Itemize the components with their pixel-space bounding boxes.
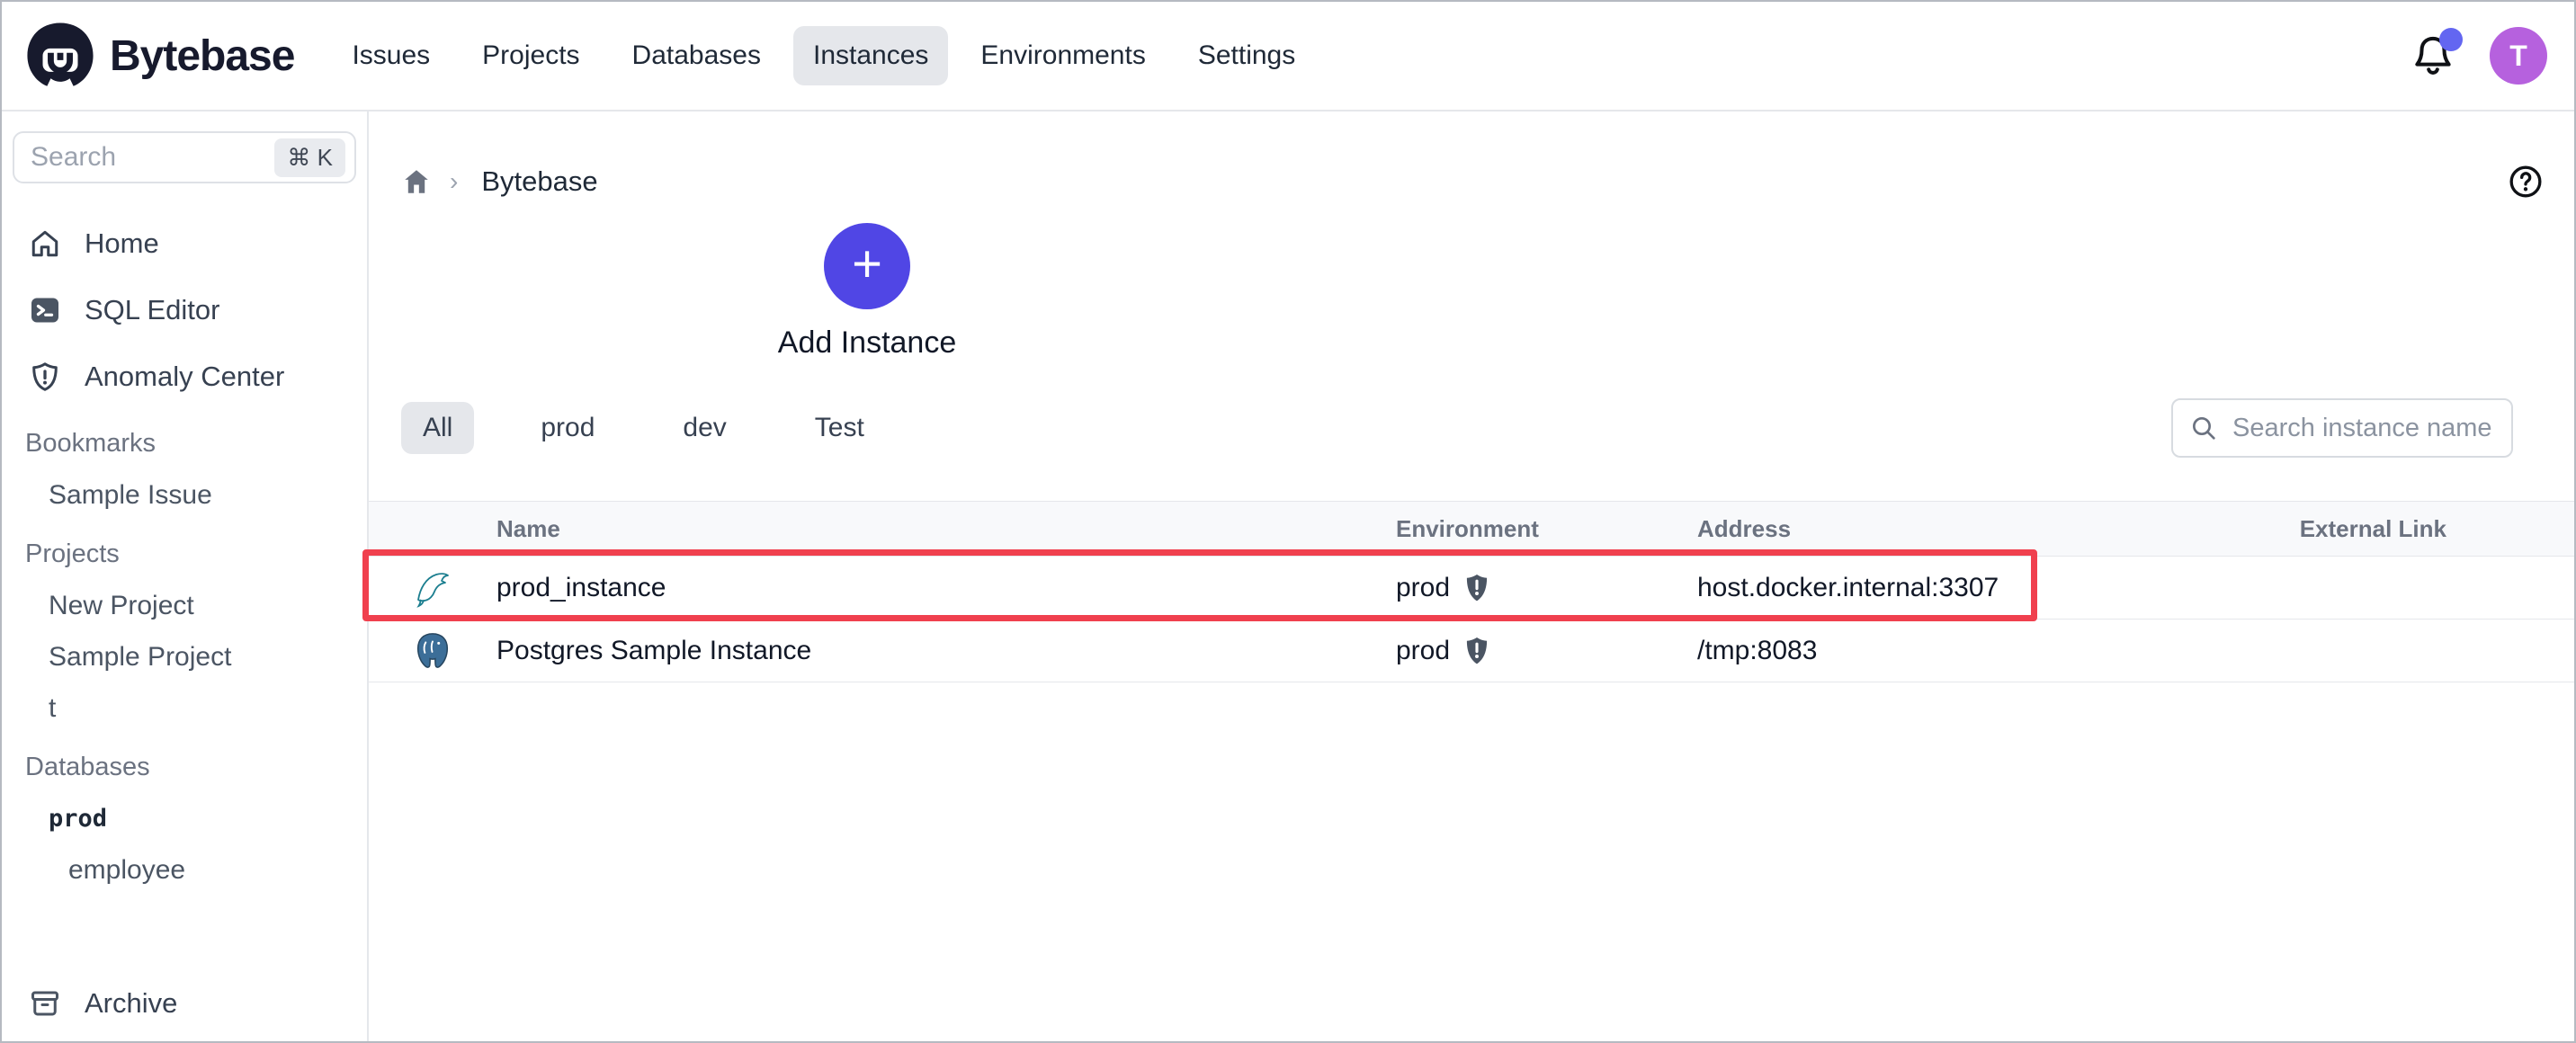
help-icon [2509, 165, 2542, 198]
instance-search-input[interactable] [2232, 413, 2495, 443]
avatar[interactable]: T [2490, 27, 2547, 85]
notification-dot [2439, 28, 2463, 51]
nav-right: T [2412, 27, 2551, 85]
app-window: Bytebase Issues Projects Databases Insta… [0, 0, 2576, 1043]
instance-name: prod_instance [496, 572, 666, 602]
environment-filter-tabs: All prod dev Test [401, 402, 886, 454]
sidebar-item-home[interactable]: Home [13, 210, 356, 277]
tab-dev[interactable]: dev [661, 402, 747, 454]
instance-environment: prod [1396, 635, 1451, 665]
sidebar-item-t[interactable]: t [13, 682, 356, 734]
tab-all[interactable]: All [401, 402, 475, 454]
sidebar-item-sql-editor[interactable]: SQL Editor [13, 277, 356, 343]
shield-alert-icon [32, 362, 58, 391]
search-shortcut-badge: ⌘ K [274, 138, 345, 177]
breadcrumb-home-icon[interactable] [401, 166, 432, 197]
breadcrumb: › Bytebase [401, 160, 2544, 203]
sidebar-item-employee[interactable]: employee [13, 844, 356, 896]
bytebase-logo-icon [27, 22, 94, 86]
shield-protected-icon [1466, 574, 1488, 601]
plus-icon: + [852, 235, 882, 293]
instance-search[interactable] [2171, 398, 2513, 458]
sidebar-item-label: Anomaly Center [85, 361, 285, 392]
shield-protected-icon [1466, 637, 1488, 664]
help-button[interactable] [2508, 164, 2544, 200]
sidebar-item-sample-project[interactable]: Sample Project [13, 631, 356, 682]
instance-table: Name Environment Address External Link p… [369, 501, 2574, 682]
nav-item-projects[interactable]: Projects [462, 26, 599, 85]
bytebase-logo[interactable]: Bytebase [25, 21, 295, 91]
col-external-link: External Link [2299, 514, 2446, 542]
archive-label: Archive [85, 987, 178, 1019]
terminal-icon [31, 298, 58, 323]
nav-item-issues[interactable]: Issues [332, 26, 450, 85]
notification-bell-button[interactable] [2412, 28, 2463, 78]
sidebar-search-input[interactable] [31, 142, 275, 173]
nav-item-environments[interactable]: Environments [961, 26, 1165, 85]
tab-prod[interactable]: prod [519, 402, 616, 454]
nav-item-databases[interactable]: Databases [613, 26, 781, 85]
search-icon [2193, 417, 2215, 440]
add-instance-label: Add Instance [777, 325, 957, 360]
instance-environment: prod [1396, 572, 1451, 602]
sidebar-search[interactable]: ⌘ K [13, 131, 356, 183]
sidebar-section-bookmarks: Bookmarks [25, 428, 157, 458]
add-instance-button[interactable]: + Add Instance [777, 223, 957, 361]
top-nav: Bytebase Issues Projects Databases Insta… [2, 2, 2574, 111]
sidebar-section-projects: Projects [25, 539, 120, 568]
table-row-postgres-sample[interactable]: Postgres Sample Instance prod /tmp:8083 [369, 620, 2574, 682]
sidebar-item-new-project[interactable]: New Project [13, 580, 356, 631]
instance-address: /tmp:8083 [1697, 635, 1818, 665]
main-nav: Issues Projects Databases Instances Envi… [332, 26, 1315, 85]
instance-name: Postgres Sample Instance [496, 635, 812, 665]
sidebar-item-label: SQL Editor [85, 294, 220, 325]
archive-icon [31, 991, 58, 1016]
breadcrumb-current: Bytebase [481, 165, 598, 197]
brand-name: Bytebase [110, 31, 295, 80]
instance-toolbar: All prod dev Test [401, 396, 2513, 460]
col-environment: Environment [1396, 514, 1539, 542]
col-name: Name [496, 514, 560, 542]
table-header: Name Environment Address External Link [369, 501, 2574, 557]
table-row-prod-instance[interactable]: prod_instance prod host.docker.internal:… [369, 557, 2574, 620]
main-content: › Bytebase + Add Instance All prod dev T [362, 111, 2574, 1041]
home-icon [31, 230, 58, 257]
tab-test[interactable]: Test [793, 402, 886, 454]
add-instance-circle[interactable]: + [824, 223, 910, 309]
sidebar-item-prod[interactable]: prod [13, 793, 356, 844]
instance-address: host.docker.internal:3307 [1697, 572, 1999, 602]
sidebar-item-sample-issue[interactable]: Sample Issue [13, 469, 356, 521]
sidebar: ⌘ K Home SQL Editor [2, 111, 369, 1041]
sidebar-item-anomaly-center[interactable]: Anomaly Center [13, 343, 356, 410]
sidebar-item-archive[interactable]: Archive [29, 987, 177, 1020]
sidebar-item-label: Home [85, 227, 159, 259]
chevron-right-icon: › [450, 167, 459, 195]
nav-item-settings[interactable]: Settings [1178, 26, 1315, 85]
sidebar-primary-nav: Home SQL Editor Anomaly Center [13, 210, 356, 410]
sidebar-section-databases: Databases [25, 752, 150, 781]
postgres-engine-icon [416, 632, 449, 668]
mysql-engine-icon [416, 572, 449, 608]
nav-item-instances[interactable]: Instances [792, 26, 949, 85]
col-address: Address [1697, 514, 1792, 542]
